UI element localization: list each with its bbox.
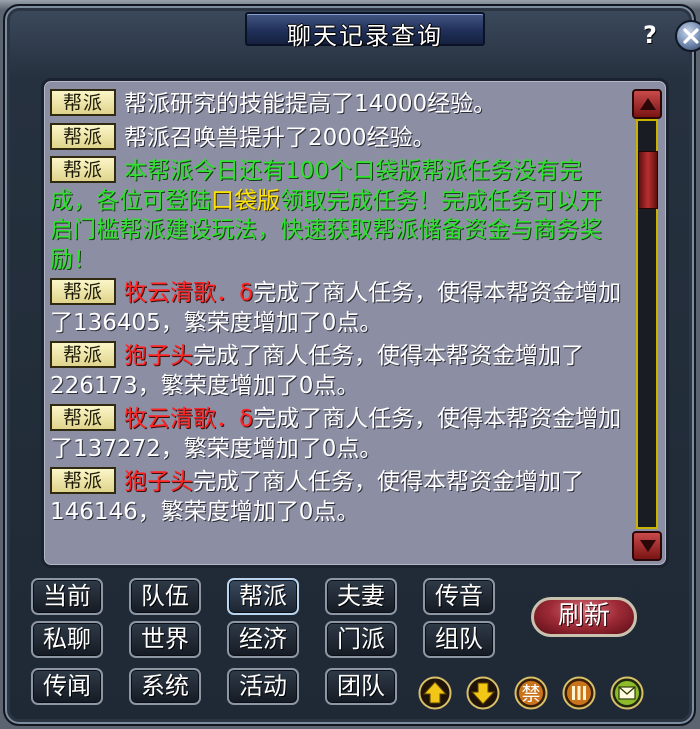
bars-icon [562, 676, 596, 710]
scroll-thumb[interactable] [638, 151, 658, 209]
scroll-down-button[interactable] [632, 531, 662, 561]
ban-button[interactable]: 禁 [514, 676, 548, 710]
player-name[interactable]: 牧云清歌．δ [124, 406, 253, 432]
player-name[interactable]: 狍子头 [124, 343, 193, 369]
chat-message: 帮派 牧云清歌．δ完成了商人任务，使得本帮资金增加了137272，繁荣度增加了0点… [50, 404, 624, 464]
mail-icon [610, 676, 644, 710]
arrow-down-icon [466, 676, 500, 710]
channel-tag[interactable]: 帮派 [50, 404, 116, 431]
chat-message: 帮派 帮派召唤兽提升了2000经验。 [50, 122, 624, 154]
chat-log-panel: 帮派 帮派研究的技能提高了14000经验。 帮派 帮派召唤兽提升了2000经验。 帮派本… [41, 78, 669, 568]
channel-button[interactable]: 组队 [423, 621, 495, 658]
ban-label: 禁 [521, 683, 540, 705]
chat-message: 帮派 帮派研究的技能提高了14000经验。 [50, 89, 624, 120]
channel-button[interactable]: 团队 [325, 668, 397, 705]
chat-message: 帮派 狍子头完成了商人任务，使得本帮资金增加了226173，繁荣度增加了0点。 [50, 341, 624, 401]
chat-message: 帮派 狍子头完成了商人任务，使得本帮资金增加了146146，繁荣度增加了0点。 [50, 467, 624, 527]
mail-button[interactable] [610, 676, 644, 710]
page-up-button[interactable] [418, 676, 452, 710]
ban-icon: 禁 [514, 676, 548, 710]
highlight-text: 口袋版 [211, 187, 280, 214]
channel-button[interactable]: 系统 [129, 668, 201, 705]
channel-list-button[interactable] [562, 676, 596, 710]
channel-tag[interactable]: 帮派 [50, 156, 116, 183]
channel-button[interactable]: 私聊 [31, 621, 103, 658]
message-text: 帮派召唤兽提升了2000经验。 [124, 124, 436, 151]
channel-button[interactable]: 传音 [423, 578, 495, 615]
title-plate: 聊天记录查询 [245, 12, 485, 50]
channel-button[interactable]: 世界 [129, 621, 201, 658]
channel-button[interactable]: 帮派 [227, 578, 299, 615]
message-list[interactable]: 帮派 帮派研究的技能提高了14000经验。 帮派 帮派召唤兽提升了2000经验。 帮派本… [50, 89, 624, 565]
scrollbar[interactable] [630, 89, 664, 561]
chat-message: 帮派 本帮派今日还有100个口袋版帮派任务没有完成，各位可登陆口袋版领取完成任务！… [50, 156, 624, 275]
refresh-button[interactable]: 刷新 [531, 597, 637, 637]
channel-tag[interactable]: 帮派 [50, 89, 116, 116]
close-button[interactable] [675, 20, 700, 52]
channel-button[interactable]: 当前 [31, 578, 103, 615]
close-icon [683, 28, 699, 44]
page-down-button[interactable] [466, 676, 500, 710]
channel-tag[interactable]: 帮派 [50, 122, 116, 150]
channel-tag[interactable]: 帮派 [50, 278, 116, 305]
arrow-down-icon [640, 540, 656, 552]
player-name[interactable]: 牧云清歌．δ [124, 280, 253, 306]
scroll-up-button[interactable] [632, 89, 662, 119]
chat-message: 帮派 牧云清歌．δ完成了商人任务，使得本帮资金增加了136405，繁荣度增加了0点… [50, 278, 624, 338]
channel-tag[interactable]: 帮派 [50, 467, 116, 494]
channel-button[interactable]: 队伍 [129, 578, 201, 615]
player-name[interactable]: 狍子头 [124, 469, 193, 495]
title-bar[interactable]: 聊天记录查询 ? [25, 12, 700, 52]
channel-button[interactable]: 传闻 [31, 668, 103, 705]
arrow-up-icon [640, 98, 656, 110]
channel-button[interactable]: 夫妻 [325, 578, 397, 615]
channel-tag[interactable]: 帮派 [50, 341, 116, 368]
window-title: 聊天记录查询 [287, 22, 443, 50]
channel-button[interactable]: 经济 [227, 621, 299, 658]
channel-button[interactable]: 门派 [325, 621, 397, 658]
arrow-up-icon [418, 676, 452, 710]
message-text: 帮派研究的技能提高了14000经验。 [124, 91, 497, 117]
channel-button[interactable]: 活动 [227, 668, 299, 705]
help-button[interactable]: ? [637, 22, 663, 48]
